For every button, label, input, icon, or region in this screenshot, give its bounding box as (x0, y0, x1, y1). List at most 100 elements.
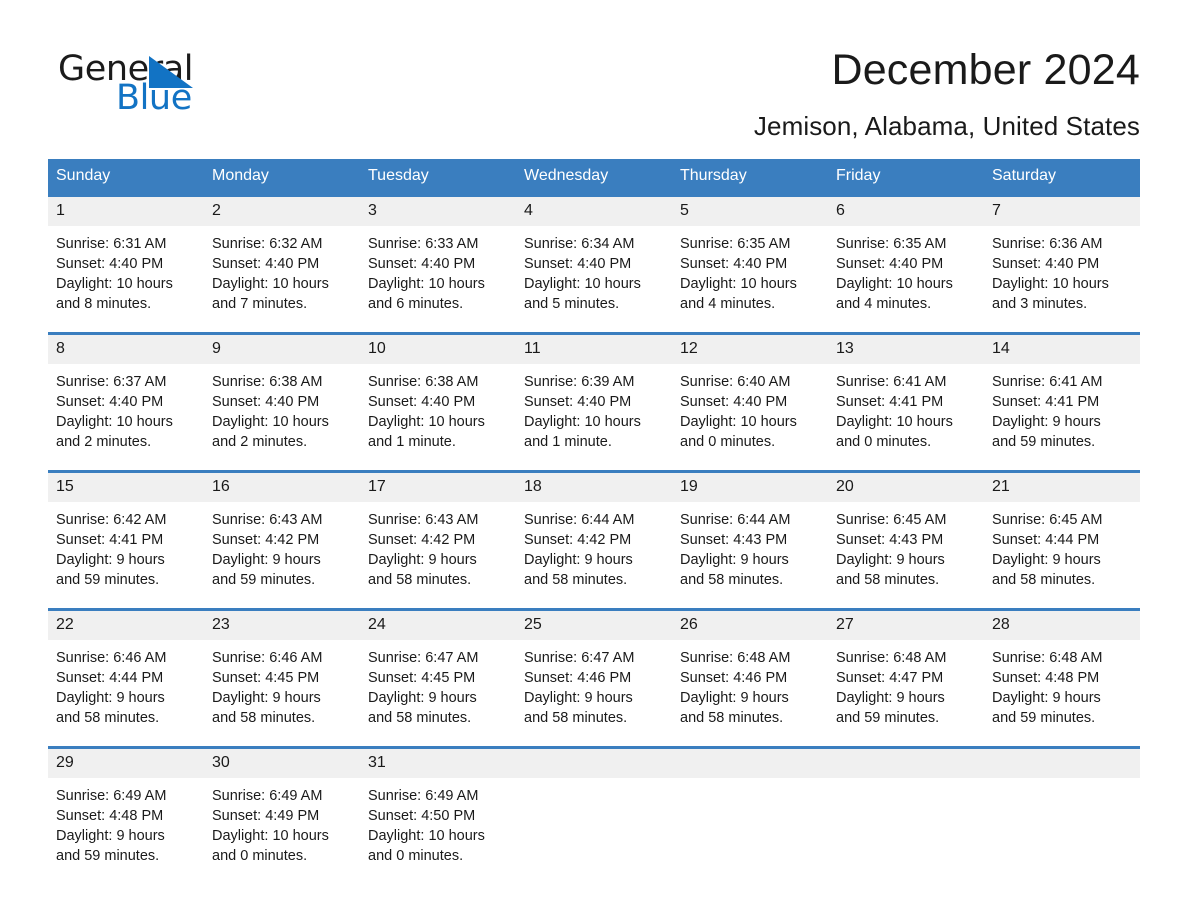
day-details: Sunrise: 6:48 AM Sunset: 4:47 PM Daylight:… (828, 640, 984, 746)
sunset-time: Sunset: 4:40 PM (56, 256, 164, 273)
sunrise-time: Sunrise: 6:43 AM (368, 512, 479, 529)
day-details: Sunrise: 6:37 AM Sunset: 4:40 PM Daylight:… (48, 364, 204, 470)
daylight-duration-line1: Daylight: 10 hours (368, 276, 485, 293)
sunrise-time: Sunrise: 6:35 AM (836, 236, 947, 253)
calendar-day-cell[interactable]: 22 Sunrise: 6:46 AM Sunset: 4:44 PM Dayligh… (48, 608, 204, 748)
calendar-day-cell[interactable]: 6 Sunrise: 6:35 AM Sunset: 4:40 PM Daylight… (828, 194, 984, 334)
daylight-duration-line1: Daylight: 9 hours (524, 690, 633, 707)
sunset-time: Sunset: 4:49 PM (212, 808, 320, 825)
sunset-time: Sunset: 4:40 PM (836, 256, 944, 273)
weekday-header-monday: Monday (204, 159, 360, 196)
calendar-day-cell[interactable]: 19 Sunrise: 6:44 AM Sunset: 4:43 PM Dayligh… (672, 470, 828, 610)
day-details: Sunrise: 6:48 AM Sunset: 4:46 PM Daylight:… (672, 640, 828, 746)
daylight-duration-line2: and 3 minutes. (992, 296, 1088, 313)
calendar-day-cell[interactable]: 7 Sunrise: 6:36 AM Sunset: 4:40 PM Daylight… (984, 194, 1140, 334)
calendar-day-cell[interactable]: 4 Sunrise: 6:34 AM Sunset: 4:40 PM Daylight… (516, 194, 672, 334)
day-number: 4 (516, 197, 672, 227)
daylight-duration-line2: and 2 minutes. (212, 434, 308, 451)
calendar-day-cell[interactable]: 9 Sunrise: 6:38 AM Sunset: 4:40 PM Daylight… (204, 332, 360, 472)
day-details: Sunrise: 6:41 AM Sunset: 4:41 PM Daylight:… (984, 364, 1140, 470)
day-number: 10 (360, 335, 516, 365)
day-number: 24 (360, 611, 516, 641)
day-number: 26 (672, 611, 828, 641)
day-number: 18 (516, 473, 672, 503)
day-number: 21 (984, 473, 1140, 503)
sunrise-time: Sunrise: 6:47 AM (368, 650, 479, 667)
day-number: 11 (516, 335, 672, 365)
daylight-duration-line2: and 59 minutes. (836, 710, 940, 727)
daylight-duration-line1: Daylight: 10 hours (368, 414, 485, 431)
calendar-day-cell[interactable]: 25 Sunrise: 6:47 AM Sunset: 4:46 PM Dayligh… (516, 608, 672, 748)
daylight-duration-line1: Daylight: 10 hours (680, 414, 797, 431)
calendar-day-cell[interactable]: 17 Sunrise: 6:43 AM Sunset: 4:42 PM Dayligh… (360, 470, 516, 610)
sunset-time: Sunset: 4:40 PM (680, 394, 788, 411)
sunset-time: Sunset: 4:40 PM (212, 256, 320, 273)
calendar-day-cell[interactable]: 31 Sunrise: 6:49 AM Sunset: 4:50 PM Dayligh… (360, 746, 516, 885)
sunset-time: Sunset: 4:47 PM (836, 670, 944, 687)
calendar-day-cell[interactable]: 11 Sunrise: 6:39 AM Sunset: 4:40 PM Dayligh… (516, 332, 672, 472)
sunset-time: Sunset: 4:40 PM (368, 256, 476, 273)
day-number (984, 749, 1140, 779)
calendar-day-cell[interactable]: 20 Sunrise: 6:45 AM Sunset: 4:43 PM Dayligh… (828, 470, 984, 610)
sunset-time: Sunset: 4:43 PM (836, 532, 944, 549)
sunrise-time: Sunrise: 6:38 AM (368, 374, 479, 391)
general-blue-logo[interactable]: General Blue (48, 44, 248, 116)
daylight-duration-line1: Daylight: 10 hours (212, 276, 329, 293)
sunset-time: Sunset: 4:44 PM (56, 670, 164, 687)
daylight-duration-line2: and 59 minutes. (212, 572, 316, 589)
calendar-day-cell[interactable]: 24 Sunrise: 6:47 AM Sunset: 4:45 PM Dayligh… (360, 608, 516, 748)
calendar-day-cell[interactable]: 23 Sunrise: 6:46 AM Sunset: 4:45 PM Dayligh… (204, 608, 360, 748)
sunrise-time: Sunrise: 6:49 AM (368, 788, 479, 805)
calendar-day-cell[interactable]: 16 Sunrise: 6:43 AM Sunset: 4:42 PM Dayligh… (204, 470, 360, 610)
page-title: December 2024 (831, 46, 1140, 94)
sunrise-time: Sunrise: 6:48 AM (680, 650, 791, 667)
calendar-day-cell[interactable]: 10 Sunrise: 6:38 AM Sunset: 4:40 PM Dayligh… (360, 332, 516, 472)
daylight-duration-line1: Daylight: 9 hours (680, 690, 789, 707)
sunrise-sunset-calendar: Sunday Monday Tuesday Wednesday Thursday… (48, 159, 1140, 885)
sunset-time: Sunset: 4:40 PM (992, 256, 1100, 273)
calendar-week-row: 29 Sunrise: 6:49 AM Sunset: 4:48 PM Dayligh… (48, 746, 1140, 885)
day-number (672, 749, 828, 779)
daylight-duration-line2: and 7 minutes. (212, 296, 308, 313)
daylight-duration-line2: and 4 minutes. (680, 296, 776, 313)
daylight-duration-line2: and 4 minutes. (836, 296, 932, 313)
sunset-time: Sunset: 4:43 PM (680, 532, 788, 549)
sunset-time: Sunset: 4:42 PM (524, 532, 632, 549)
day-number: 7 (984, 197, 1140, 227)
calendar-day-cell[interactable]: 26 Sunrise: 6:48 AM Sunset: 4:46 PM Dayligh… (672, 608, 828, 748)
calendar-day-cell[interactable]: 28 Sunrise: 6:48 AM Sunset: 4:48 PM Dayligh… (984, 608, 1140, 748)
calendar-day-cell[interactable]: 21 Sunrise: 6:45 AM Sunset: 4:44 PM Dayligh… (984, 470, 1140, 610)
daylight-duration-line1: Daylight: 10 hours (524, 414, 641, 431)
calendar-day-cell[interactable]: 5 Sunrise: 6:35 AM Sunset: 4:40 PM Daylight… (672, 194, 828, 334)
calendar-day-cell[interactable]: 30 Sunrise: 6:49 AM Sunset: 4:49 PM Dayligh… (204, 746, 360, 885)
daylight-duration-line1: Daylight: 10 hours (212, 828, 329, 845)
calendar-day-cell[interactable]: 27 Sunrise: 6:48 AM Sunset: 4:47 PM Dayligh… (828, 608, 984, 748)
calendar-day-cell[interactable]: 14 Sunrise: 6:41 AM Sunset: 4:41 PM Dayligh… (984, 332, 1140, 472)
calendar-day-cell[interactable]: 2 Sunrise: 6:32 AM Sunset: 4:40 PM Daylight… (204, 194, 360, 334)
day-number: 6 (828, 197, 984, 227)
sunset-time: Sunset: 4:46 PM (524, 670, 632, 687)
sunrise-time: Sunrise: 6:46 AM (212, 650, 323, 667)
calendar-day-cell[interactable]: 12 Sunrise: 6:40 AM Sunset: 4:40 PM Dayligh… (672, 332, 828, 472)
calendar-week-row: 15 Sunrise: 6:42 AM Sunset: 4:41 PM Dayligh… (48, 470, 1140, 610)
day-details: Sunrise: 6:38 AM Sunset: 4:40 PM Daylight:… (360, 364, 516, 470)
daylight-duration-line1: Daylight: 10 hours (56, 414, 173, 431)
day-details: Sunrise: 6:42 AM Sunset: 4:41 PM Daylight:… (48, 502, 204, 608)
daylight-duration-line2: and 58 minutes. (836, 572, 940, 589)
sunrise-time: Sunrise: 6:49 AM (56, 788, 167, 805)
sunset-time: Sunset: 4:46 PM (680, 670, 788, 687)
calendar-day-cell[interactable]: 13 Sunrise: 6:41 AM Sunset: 4:41 PM Dayligh… (828, 332, 984, 472)
calendar-day-cell[interactable]: 18 Sunrise: 6:44 AM Sunset: 4:42 PM Dayligh… (516, 470, 672, 610)
day-details: Sunrise: 6:49 AM Sunset: 4:49 PM Daylight:… (204, 778, 360, 884)
calendar-day-cell[interactable]: 15 Sunrise: 6:42 AM Sunset: 4:41 PM Dayligh… (48, 470, 204, 610)
calendar-day-cell[interactable]: 3 Sunrise: 6:33 AM Sunset: 4:40 PM Daylight… (360, 194, 516, 334)
calendar-day-cell[interactable]: 8 Sunrise: 6:37 AM Sunset: 4:40 PM Daylight… (48, 332, 204, 472)
day-number: 28 (984, 611, 1140, 641)
day-details: Sunrise: 6:46 AM Sunset: 4:44 PM Daylight:… (48, 640, 204, 746)
sunrise-time: Sunrise: 6:45 AM (836, 512, 947, 529)
day-details: Sunrise: 6:47 AM Sunset: 4:45 PM Daylight:… (360, 640, 516, 746)
daylight-duration-line1: Daylight: 9 hours (56, 828, 165, 845)
calendar-day-cell[interactable]: 1 Sunrise: 6:31 AM Sunset: 4:40 PM Daylight… (48, 194, 204, 334)
calendar-day-cell[interactable]: 29 Sunrise: 6:49 AM Sunset: 4:48 PM Dayligh… (48, 746, 204, 885)
day-details: Sunrise: 6:45 AM Sunset: 4:44 PM Daylight:… (984, 502, 1140, 608)
